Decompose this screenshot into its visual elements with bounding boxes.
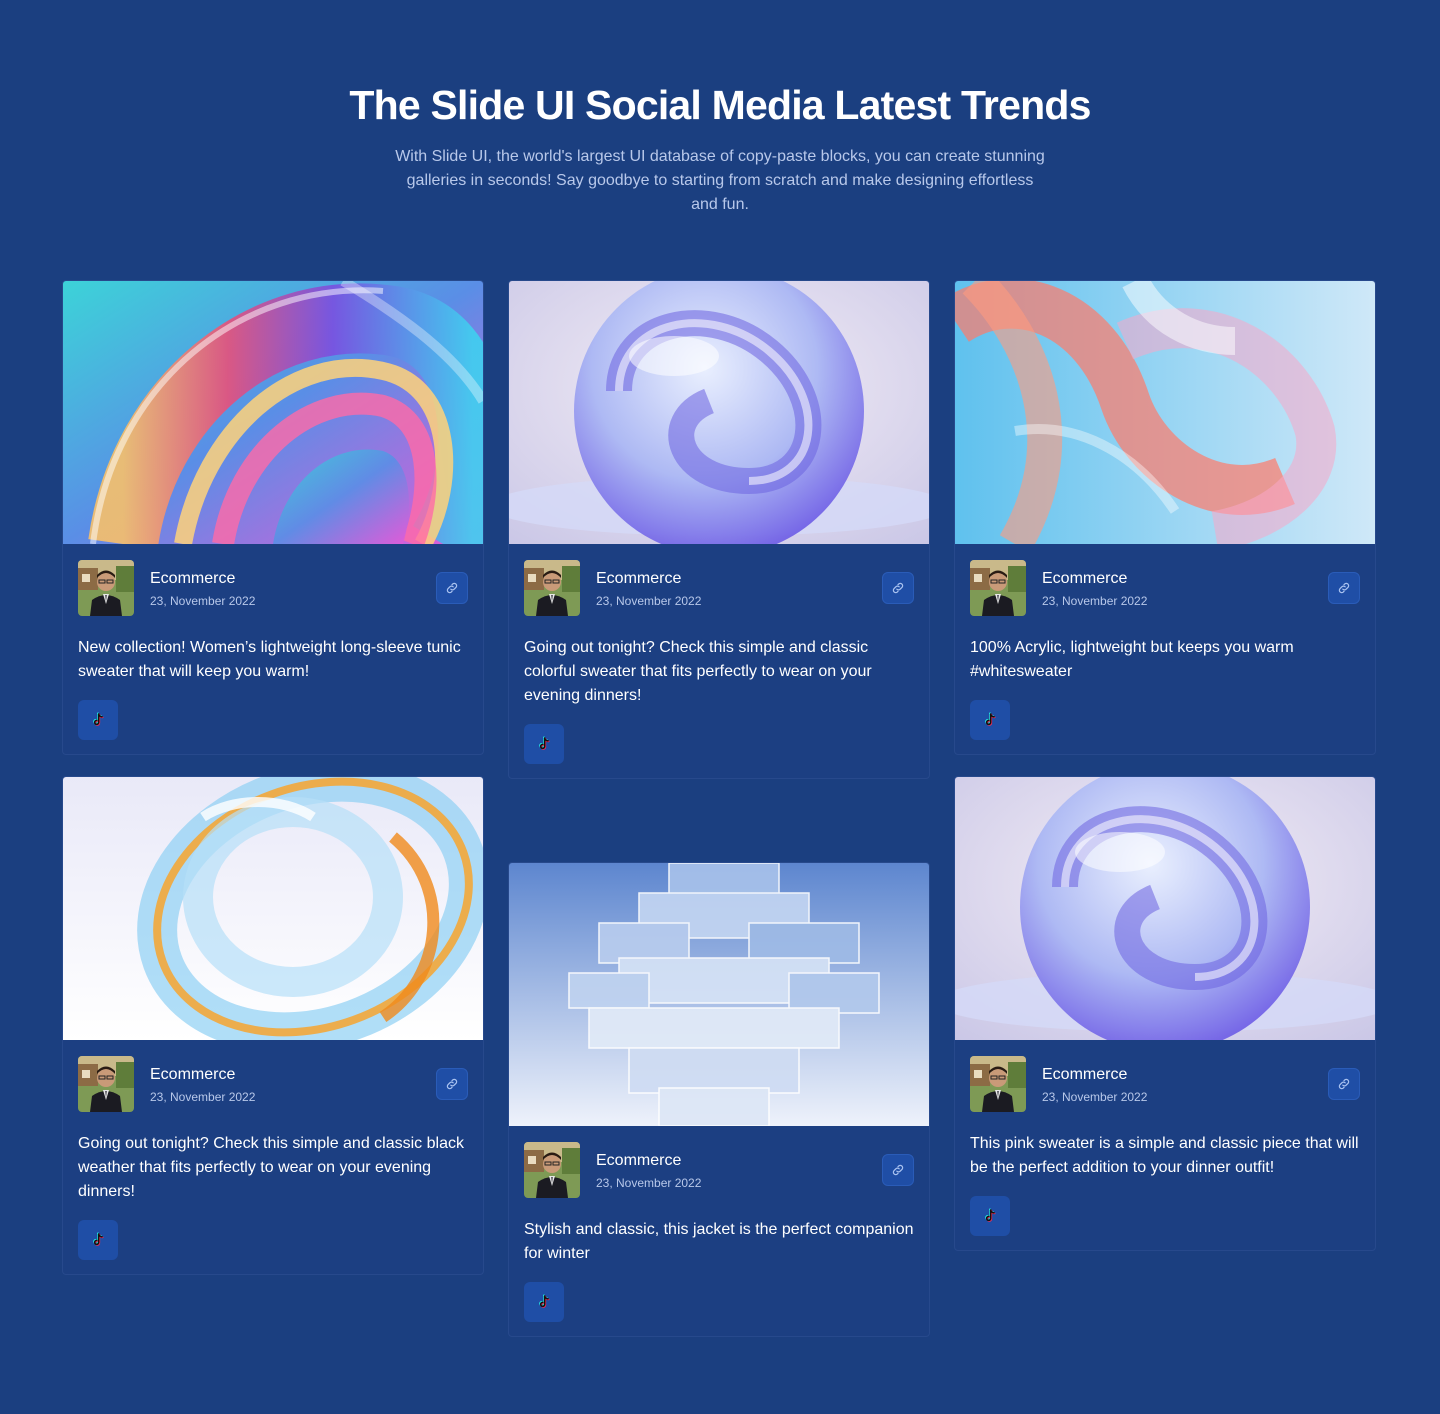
post-card: Ecommerce 23, November 2022 Stylish and … <box>508 862 930 1337</box>
copy-link-button[interactable] <box>882 1154 914 1186</box>
avatar[interactable] <box>78 560 134 616</box>
tiktok-icon <box>536 736 552 752</box>
link-icon <box>1337 1077 1351 1091</box>
post-image[interactable] <box>63 281 483 544</box>
post-text: This pink sweater is a simple and classi… <box>970 1135 1359 1176</box>
page-subtitle: With Slide UI, the world's largest UI da… <box>395 148 1045 213</box>
post-author: Ecommerce 23, November 2022 <box>970 560 1360 616</box>
post-author: Ecommerce 23, November 2022 <box>78 1056 468 1112</box>
post-author: Ecommerce 23, November 2022 <box>524 1142 914 1198</box>
post-card: Ecommerce 23, November 2022 New collecti… <box>62 280 484 755</box>
post-image[interactable] <box>63 777 483 1040</box>
tiktok-button[interactable] <box>78 1220 118 1260</box>
tiktok-icon <box>90 1232 106 1248</box>
copy-link-button[interactable] <box>882 572 914 604</box>
author-name[interactable]: Ecommerce <box>1042 569 1147 589</box>
link-icon <box>445 1077 459 1091</box>
avatar[interactable] <box>524 1142 580 1198</box>
avatar[interactable] <box>78 1056 134 1112</box>
author-name[interactable]: Ecommerce <box>150 1065 255 1085</box>
post-author: Ecommerce 23, November 2022 <box>78 560 468 616</box>
post-date: 23, November 2022 <box>1042 593 1148 608</box>
post-date: 23, November 2022 <box>1042 1089 1148 1104</box>
copy-link-button[interactable] <box>1328 1068 1360 1100</box>
post-card: Ecommerce 23, November 2022 Going out to… <box>508 280 930 779</box>
author-name[interactable]: Ecommerce <box>150 569 255 589</box>
tiktok-icon <box>90 712 106 728</box>
link-icon <box>445 581 459 595</box>
avatar[interactable] <box>970 560 1026 616</box>
author-name[interactable]: Ecommerce <box>596 1151 701 1171</box>
post-image[interactable] <box>509 281 929 544</box>
post-image[interactable] <box>955 281 1375 544</box>
post-date: 23, November 2022 <box>150 1089 256 1104</box>
post-text: Stylish and classic, this jacket is the … <box>524 1221 914 1262</box>
avatar[interactable] <box>970 1056 1026 1112</box>
post-text: 100% Acrylic, lightweight but keeps you … <box>970 639 1294 680</box>
page-title: The Slide UI Social Media Latest Trends <box>349 82 1091 128</box>
post-card: Ecommerce 23, November 2022 This pink sw… <box>954 776 1376 1251</box>
tiktok-icon <box>982 1208 998 1224</box>
link-icon <box>891 581 905 595</box>
tiktok-icon <box>982 712 998 728</box>
copy-link-button[interactable] <box>436 1068 468 1100</box>
tiktok-button[interactable] <box>970 1196 1010 1236</box>
tiktok-button[interactable] <box>524 1282 564 1322</box>
author-name[interactable]: Ecommerce <box>596 569 701 589</box>
author-name[interactable]: Ecommerce <box>1042 1065 1147 1085</box>
post-card: Ecommerce 23, November 2022 100% Acrylic… <box>954 280 1376 755</box>
tiktok-button[interactable] <box>78 700 118 740</box>
post-image[interactable] <box>509 863 929 1126</box>
post-text: New collection! Women’s lightweight long… <box>78 639 461 680</box>
post-date: 23, November 2022 <box>596 593 702 608</box>
tiktok-icon <box>536 1294 552 1310</box>
post-date: 23, November 2022 <box>596 1175 702 1190</box>
post-text: Going out tonight? Check this simple and… <box>524 639 872 704</box>
link-icon <box>1337 581 1351 595</box>
tiktok-button[interactable] <box>524 724 564 764</box>
copy-link-button[interactable] <box>1328 572 1360 604</box>
link-icon <box>891 1163 905 1177</box>
copy-link-button[interactable] <box>436 572 468 604</box>
avatar[interactable] <box>524 560 580 616</box>
post-date: 23, November 2022 <box>150 593 256 608</box>
post-image[interactable] <box>955 777 1375 1040</box>
tiktok-button[interactable] <box>970 700 1010 740</box>
post-card: Ecommerce 23, November 2022 Going out to… <box>62 776 484 1275</box>
post-author: Ecommerce 23, November 2022 <box>524 560 914 616</box>
post-text: Going out tonight? Check this simple and… <box>78 1135 464 1200</box>
post-author: Ecommerce 23, November 2022 <box>970 1056 1360 1112</box>
